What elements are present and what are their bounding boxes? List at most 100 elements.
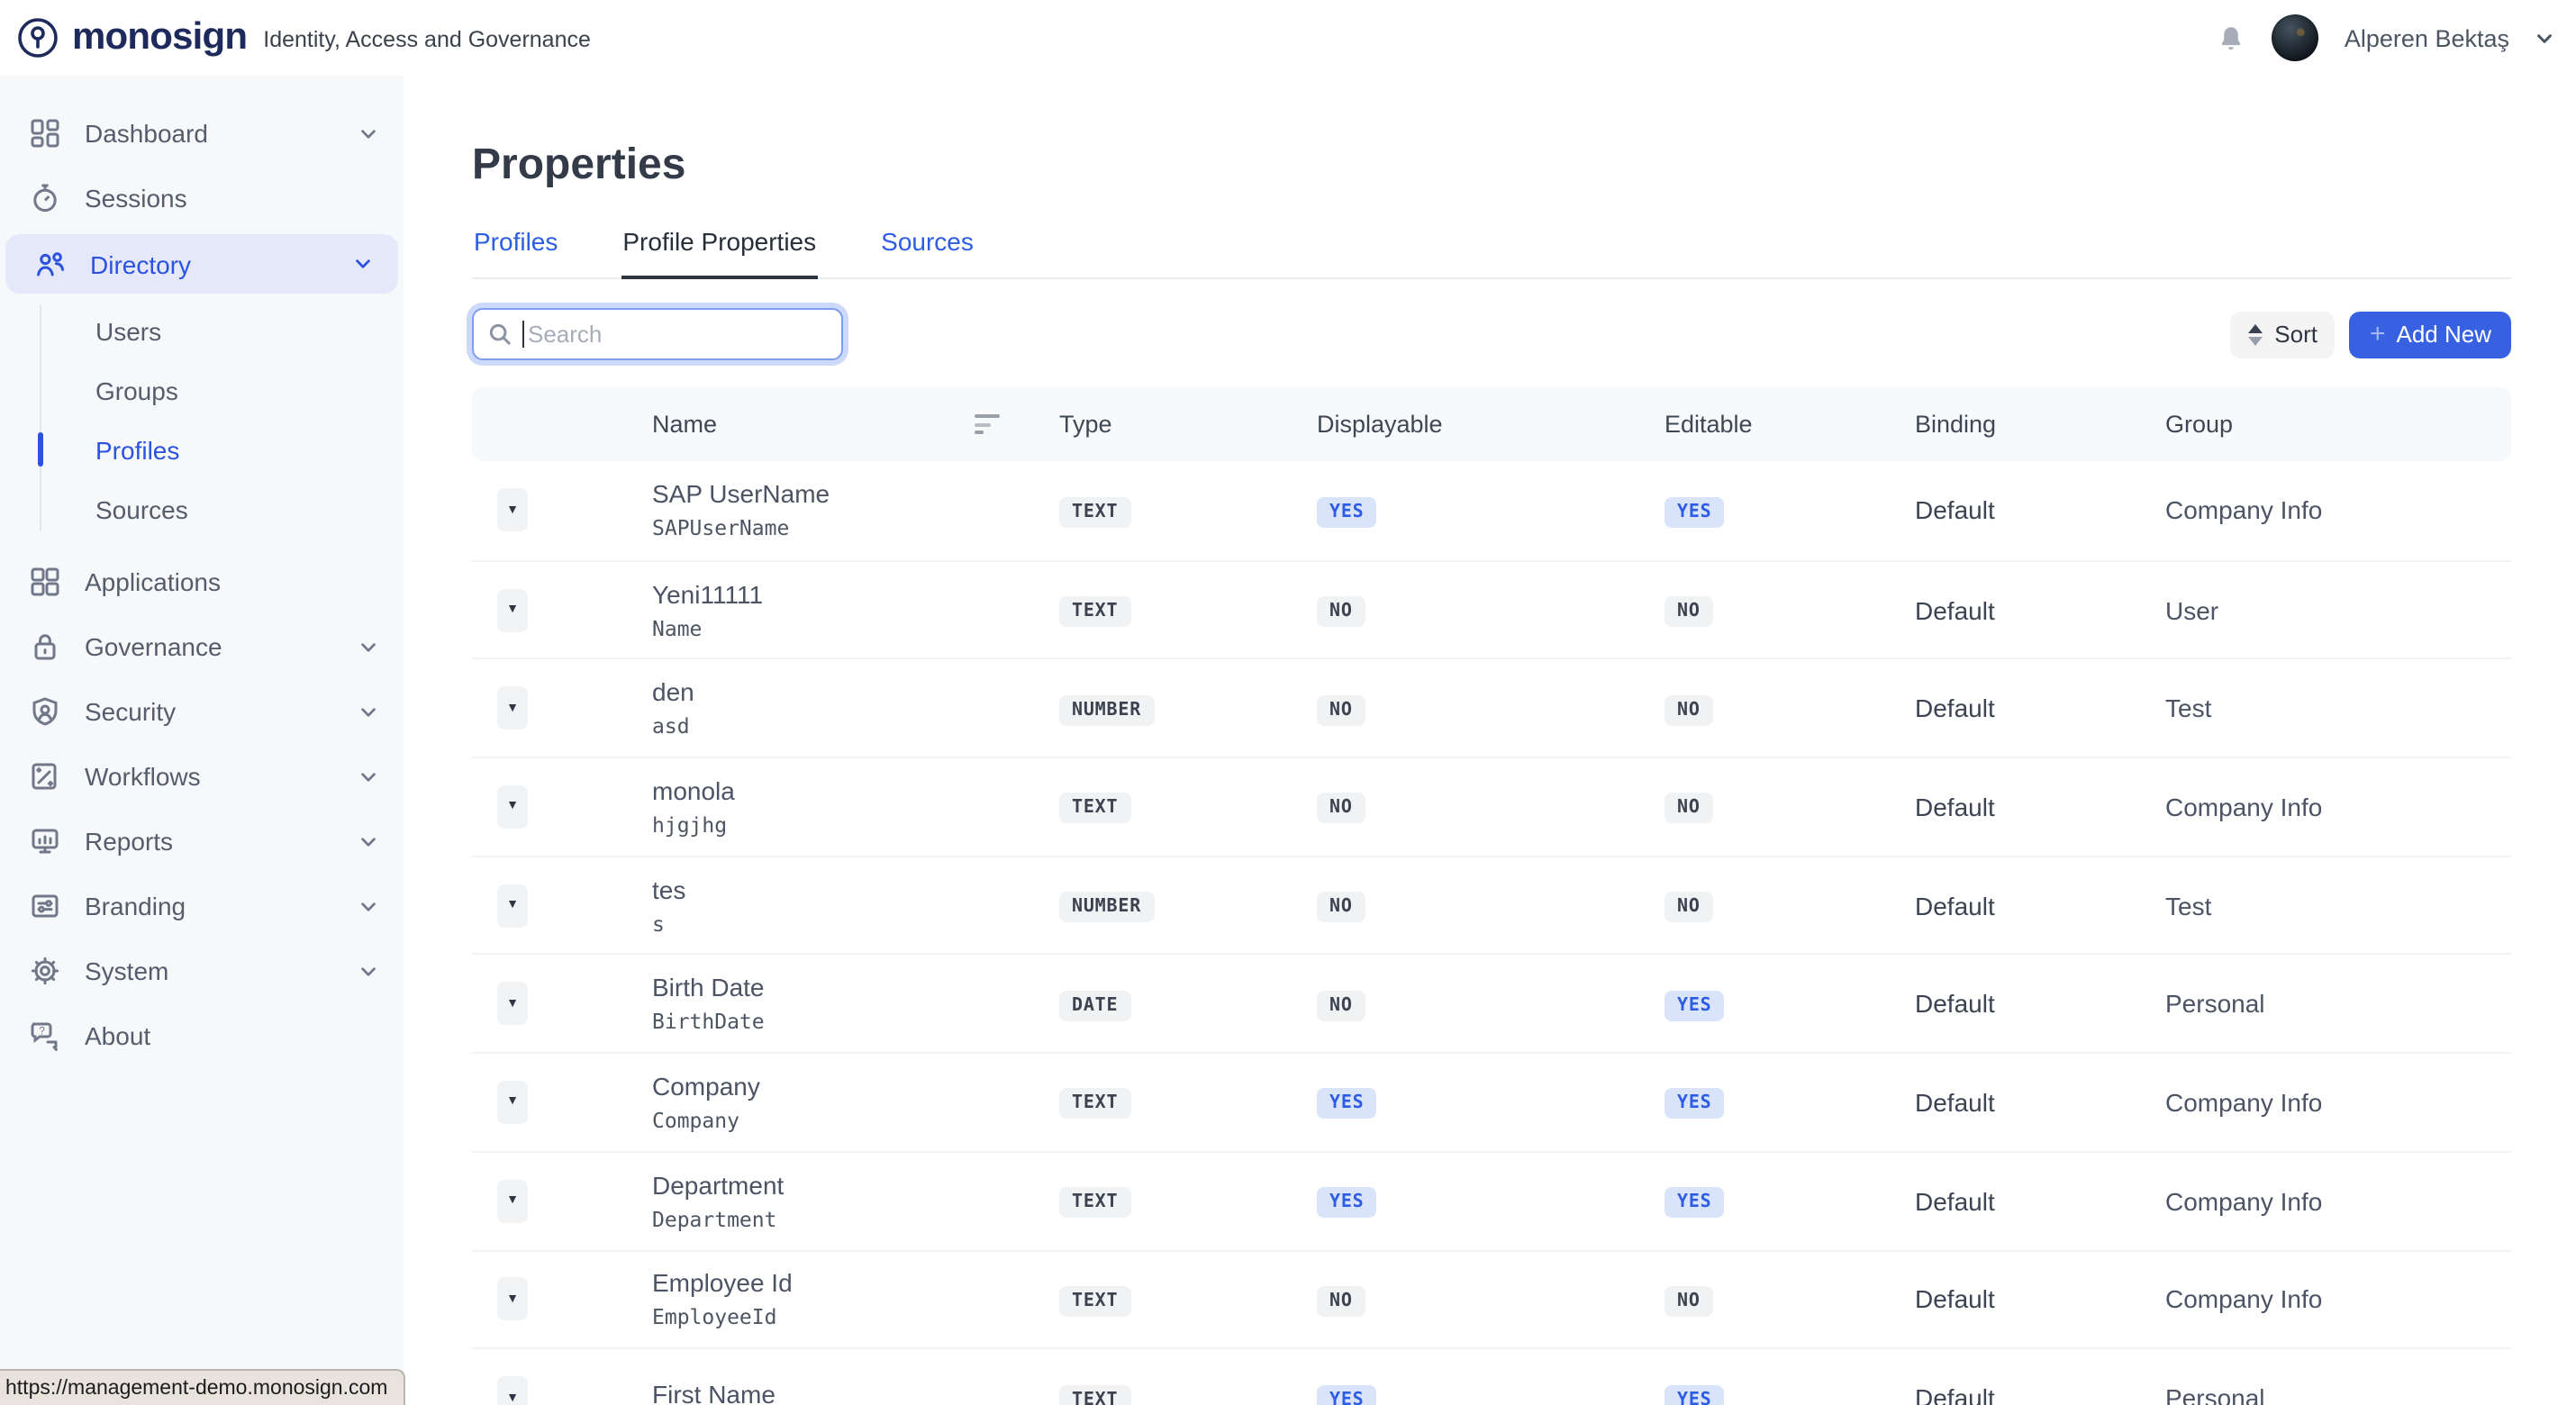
tab-profile-properties[interactable]: Profile Properties	[621, 227, 818, 279]
sidebar-item-branding[interactable]: Branding	[0, 874, 404, 938]
table-row[interactable]: ▼ Yeni11111 Name TEXT NO NO Default User	[472, 559, 2511, 657]
sidebar-item-label: Dashboard	[85, 119, 208, 148]
type-badge: TEXT	[1059, 1286, 1130, 1317]
sidebar-item-label: Sessions	[85, 184, 187, 213]
table-row[interactable]: ▼ tes s NUMBER NO NO Default Test	[472, 856, 2511, 954]
type-badge: TEXT	[1059, 1187, 1130, 1218]
applications-icon	[29, 566, 61, 598]
add-new-button[interactable]: + Add New	[2350, 311, 2511, 358]
property-name: Employee Id	[652, 1269, 1059, 1298]
column-header-name[interactable]: Name	[652, 411, 1059, 438]
tab-bar: Profiles Profile Properties Sources	[472, 227, 2511, 279]
caret-down-icon: ▼	[506, 998, 519, 1011]
toolbar: Search Sort + Add New	[472, 308, 2511, 360]
sidebar-item-users[interactable]: Users	[0, 301, 404, 360]
type-badge: DATE	[1059, 991, 1130, 1021]
row-expander-button[interactable]: ▼	[497, 588, 528, 631]
binding-value: Default	[1915, 1088, 2165, 1117]
sidebar-item-label: About	[85, 1021, 150, 1050]
page-title: Properties	[472, 140, 2511, 191]
row-expander-button[interactable]: ▼	[497, 785, 528, 829]
chevron-down-icon	[353, 254, 373, 274]
tab-profiles[interactable]: Profiles	[472, 227, 559, 277]
table-row[interactable]: ▼ Birth Date BirthDate DATE NO YES Defau…	[472, 954, 2511, 1052]
sidebar-item-applications[interactable]: Applications	[0, 549, 404, 614]
table-row[interactable]: ▼ Employee Id EmployeeId TEXT NO NO Defa…	[472, 1249, 2511, 1347]
editable-badge: NO	[1664, 694, 1713, 725]
sidebar-item-groups[interactable]: Groups	[0, 360, 404, 420]
type-badge: TEXT	[1059, 1384, 1130, 1405]
row-expander-button[interactable]: ▼	[497, 983, 528, 1026]
table-row[interactable]: ▼ den asd NUMBER NO NO Default Test	[472, 658, 2511, 757]
sidebar-item-workflows[interactable]: Workflows	[0, 744, 404, 809]
group-value: User	[2165, 595, 2511, 624]
table-body: ▼ SAP UserName SAPUserName TEXT YES YES …	[472, 461, 2511, 1405]
row-expander-button[interactable]: ▼	[497, 884, 528, 927]
binding-value: Default	[1915, 595, 2165, 624]
plus-icon: +	[2370, 318, 2386, 349]
group-value: Test	[2165, 693, 2511, 722]
sidebar-item-dashboard[interactable]: Dashboard	[0, 101, 404, 166]
user-menu-chevron-down-icon[interactable]	[2535, 28, 2554, 48]
sort-button[interactable]: Sort	[2229, 311, 2336, 358]
caret-down-icon: ▼	[506, 1293, 519, 1306]
table-row[interactable]: ▼ Department Department TEXT YES YES Def…	[472, 1151, 2511, 1249]
caret-down-icon: ▼	[506, 899, 519, 911]
caret-down-icon: ▼	[506, 603, 519, 616]
sidebar-item-profiles[interactable]: Profiles	[0, 420, 404, 479]
row-expander-button[interactable]: ▼	[497, 1376, 528, 1405]
column-header-group: Group	[2165, 411, 2511, 438]
about-help-icon: ?	[29, 1020, 61, 1052]
editable-badge: NO	[1664, 1286, 1713, 1317]
tab-sources[interactable]: Sources	[879, 227, 975, 277]
binding-value: Default	[1915, 1285, 2165, 1314]
sidebar-item-sources[interactable]: Sources	[0, 479, 404, 539]
app-window: monosign Identity, Access and Governance…	[0, 0, 2576, 1405]
sidebar-item-reports[interactable]: Reports	[0, 809, 404, 874]
sidebar-item-security[interactable]: Security	[0, 679, 404, 744]
sidebar-item-directory[interactable]: Directory	[5, 234, 398, 294]
user-avatar[interactable]	[2272, 14, 2319, 61]
sidebar-item-label: Governance	[85, 632, 222, 661]
properties-table: Name Type Displayable Editable Binding G…	[472, 387, 2511, 1405]
row-expander-button[interactable]: ▼	[497, 686, 528, 730]
column-header-type: Type	[1059, 411, 1317, 438]
displayable-badge: NO	[1317, 892, 1365, 922]
caret-down-icon: ▼	[506, 801, 519, 813]
sub-item-label: Users	[95, 316, 161, 345]
table-row[interactable]: ▼ First Name TEXT YES YES Default Person…	[472, 1347, 2511, 1405]
property-code: hjgjhg	[652, 812, 1059, 838]
brand-logo[interactable]: monosign	[16, 16, 247, 59]
sidebar-item-governance[interactable]: Governance	[0, 614, 404, 679]
sub-item-label: Profiles	[95, 435, 179, 464]
row-expander-button[interactable]: ▼	[497, 1179, 528, 1222]
property-name: Birth Date	[652, 974, 1059, 1002]
row-expander-button[interactable]: ▼	[497, 1081, 528, 1124]
sub-item-label: Sources	[95, 494, 188, 523]
table-row[interactable]: ▼ SAP UserName SAPUserName TEXT YES YES …	[472, 461, 2511, 559]
sidebar-item-sessions[interactable]: Sessions	[0, 166, 404, 231]
type-badge: NUMBER	[1059, 694, 1154, 725]
group-value: Company Info	[2165, 1186, 2511, 1215]
sidebar-item-system[interactable]: System	[0, 938, 404, 1003]
property-name: tes	[652, 875, 1059, 903]
table-row[interactable]: ▼ monola hjgjhg TEXT NO NO Default Compa…	[472, 757, 2511, 855]
row-expander-button[interactable]: ▼	[497, 1278, 528, 1321]
editable-badge: NO	[1664, 793, 1713, 824]
group-value: Company Info	[2165, 496, 2511, 525]
type-badge: NUMBER	[1059, 892, 1154, 922]
search-input[interactable]: Search	[472, 308, 843, 360]
brand-tagline: Identity, Access and Governance	[263, 27, 591, 52]
notifications-bell-icon[interactable]	[2217, 23, 2247, 53]
row-expander-button[interactable]: ▼	[497, 489, 528, 532]
displayable-badge: NO	[1317, 991, 1365, 1021]
type-badge: TEXT	[1059, 793, 1130, 824]
binding-value: Default	[1915, 990, 2165, 1019]
gear-icon	[29, 955, 61, 987]
table-row[interactable]: ▼ Company Company TEXT YES YES Default C…	[472, 1052, 2511, 1150]
property-code: EmployeeId	[652, 1305, 1059, 1330]
sidebar-item-label: Branding	[85, 892, 186, 920]
binding-value: Default	[1915, 1383, 2165, 1405]
column-sort-icon[interactable]	[975, 414, 1000, 434]
sidebar-item-about[interactable]: ? About	[0, 1003, 404, 1068]
